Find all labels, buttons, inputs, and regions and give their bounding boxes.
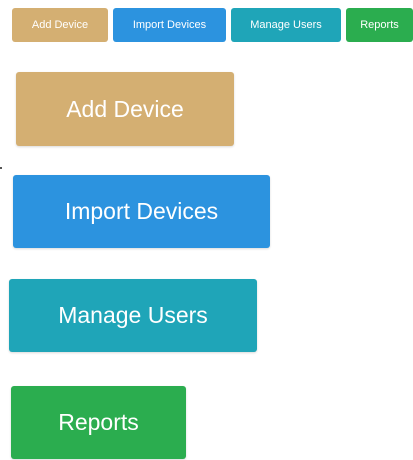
- add-device-button-small[interactable]: Add Device: [12, 8, 108, 42]
- import-devices-button[interactable]: Import Devices: [13, 175, 270, 248]
- manage-users-button[interactable]: Manage Users: [9, 279, 257, 352]
- reports-button[interactable]: Reports: [11, 386, 186, 459]
- reports-button-small[interactable]: Reports: [346, 8, 413, 42]
- add-device-button[interactable]: Add Device: [16, 72, 234, 146]
- import-devices-button-small[interactable]: Import Devices: [113, 8, 226, 42]
- stray-dot: [0, 167, 2, 169]
- button-toolbar: Add Device Import Devices Manage Users R…: [0, 0, 413, 50]
- manage-users-button-small[interactable]: Manage Users: [231, 8, 341, 42]
